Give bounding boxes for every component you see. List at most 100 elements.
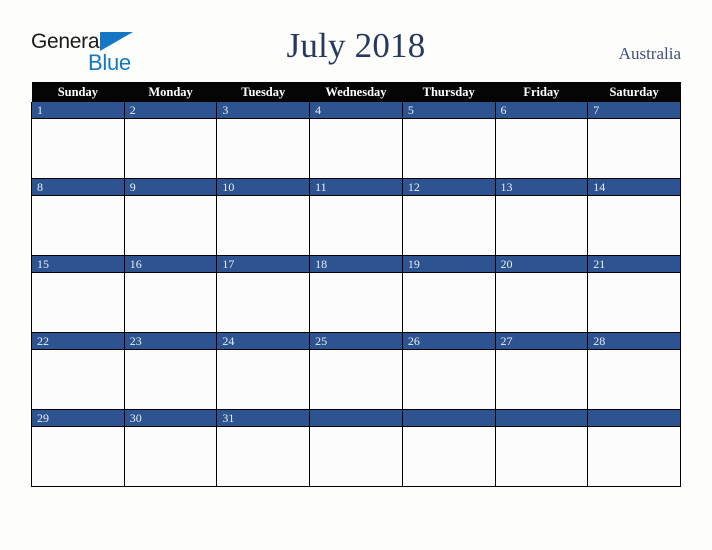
day-events[interactable]: [496, 350, 588, 409]
day-number: 18: [310, 256, 402, 273]
calendar-day-cell[interactable]: 18: [309, 255, 403, 333]
calendar-day-cell[interactable]: 15: [31, 255, 125, 333]
day-events[interactable]: [125, 350, 217, 409]
calendar-day-cell[interactable]: 16: [123, 255, 218, 333]
day-events[interactable]: [403, 273, 495, 332]
day-number: 1: [32, 102, 124, 119]
calendar-day-cell[interactable]: 9: [123, 178, 218, 256]
calendar-day-cell[interactable]: 13: [494, 178, 589, 256]
day-number: 7: [588, 102, 680, 119]
day-events[interactable]: [496, 273, 588, 332]
day-number: 28: [588, 333, 680, 350]
day-events[interactable]: [217, 196, 309, 255]
calendar-day-cell[interactable]: 10: [216, 178, 311, 256]
day-events[interactable]: [403, 427, 495, 486]
day-number: 10: [217, 179, 310, 196]
calendar-day-cell[interactable]: 29: [31, 409, 125, 487]
day-number: 17: [217, 256, 310, 273]
day-number: 22: [32, 333, 124, 350]
calendar-day-cell[interactable]: 23: [123, 332, 218, 410]
day-events[interactable]: [310, 273, 402, 332]
day-number: 31: [217, 410, 310, 427]
day-events[interactable]: [125, 427, 217, 486]
day-events[interactable]: [403, 196, 495, 255]
day-events[interactable]: [125, 273, 217, 332]
calendar-day-cell[interactable]: 25: [309, 332, 403, 410]
day-number: 29: [32, 410, 124, 427]
calendar-day-cell-empty[interactable]: [401, 409, 496, 487]
day-events[interactable]: [588, 350, 680, 409]
calendar-day-cell[interactable]: 20: [494, 255, 589, 333]
calendar-day-cell[interactable]: 26: [401, 332, 496, 410]
day-events[interactable]: [403, 119, 495, 178]
calendar-day-cell[interactable]: 22: [31, 332, 125, 410]
day-events[interactable]: [125, 196, 217, 255]
calendar-day-cell[interactable]: 27: [494, 332, 589, 410]
day-events[interactable]: [32, 196, 124, 255]
day-events[interactable]: [496, 427, 588, 486]
calendar-day-cell[interactable]: 1: [31, 102, 125, 179]
calendar-day-cell-empty[interactable]: [494, 409, 589, 487]
calendar-day-cell-empty[interactable]: [587, 409, 681, 487]
day-events[interactable]: [217, 119, 309, 178]
day-events[interactable]: [217, 273, 309, 332]
calendar-day-cell[interactable]: 30: [123, 409, 218, 487]
day-events[interactable]: [310, 119, 402, 178]
calendar-day-cell[interactable]: 6: [494, 102, 589, 179]
calendar-body: 1 2 3 4 5 6 7 8 9 10 11 12 13 14 15 16 1…: [31, 102, 681, 487]
day-events[interactable]: [588, 119, 680, 178]
day-number: 23: [124, 333, 217, 350]
calendar-day-cell[interactable]: 2: [123, 102, 218, 179]
calendar-day-cell[interactable]: 14: [587, 178, 681, 256]
calendar-day-cell[interactable]: 21: [587, 255, 681, 333]
day-number: [402, 410, 495, 427]
calendar-day-cell[interactable]: 24: [216, 332, 311, 410]
day-number: 27: [495, 333, 588, 350]
calendar-grid: Sunday Monday Tuesday Wednesday Thursday…: [31, 82, 681, 487]
day-events[interactable]: [32, 119, 124, 178]
day-events[interactable]: [588, 196, 680, 255]
day-events[interactable]: [403, 350, 495, 409]
day-events[interactable]: [32, 273, 124, 332]
calendar-day-cell[interactable]: 19: [401, 255, 496, 333]
calendar-day-cell-empty[interactable]: [309, 409, 403, 487]
day-number: 12: [402, 179, 495, 196]
weekday-header-saturday: Saturday: [587, 82, 681, 102]
page-title: July 2018: [286, 26, 426, 65]
calendar-day-cell[interactable]: 4: [309, 102, 403, 179]
day-number: 21: [588, 256, 680, 273]
calendar-day-cell[interactable]: 28: [587, 332, 681, 410]
day-events[interactable]: [588, 273, 680, 332]
day-events[interactable]: [496, 196, 588, 255]
day-number: 3: [217, 102, 310, 119]
day-events[interactable]: [588, 427, 680, 486]
calendar-week-row: 1 2 3 4 5 6 7: [31, 102, 681, 179]
calendar-day-cell[interactable]: 5: [401, 102, 496, 179]
weekday-header-thursday: Thursday: [402, 82, 496, 102]
day-events[interactable]: [310, 196, 402, 255]
day-events[interactable]: [32, 350, 124, 409]
calendar-day-cell[interactable]: 3: [216, 102, 311, 179]
weekday-header-sunday: Sunday: [31, 82, 125, 102]
day-events[interactable]: [310, 427, 402, 486]
calendar-day-cell[interactable]: 31: [216, 409, 311, 487]
day-number: 9: [124, 179, 217, 196]
calendar-week-row: 15 16 17 18 19 20 21: [31, 255, 681, 333]
day-number: 24: [217, 333, 310, 350]
calendar-week-row: 8 9 10 11 12 13 14: [31, 178, 681, 256]
day-number: 15: [32, 256, 124, 273]
day-events[interactable]: [32, 427, 124, 486]
calendar-day-cell[interactable]: 11: [309, 178, 403, 256]
calendar-day-cell[interactable]: 8: [31, 178, 125, 256]
day-events[interactable]: [217, 350, 309, 409]
day-events[interactable]: [496, 119, 588, 178]
day-events[interactable]: [310, 350, 402, 409]
day-number: 25: [310, 333, 402, 350]
day-events[interactable]: [125, 119, 217, 178]
day-number: 20: [495, 256, 588, 273]
page-header: General Blue July 2018 Australia: [0, 0, 712, 82]
calendar-day-cell[interactable]: 17: [216, 255, 311, 333]
calendar-day-cell[interactable]: 7: [587, 102, 681, 179]
day-events[interactable]: [217, 427, 309, 486]
calendar-day-cell[interactable]: 12: [401, 178, 496, 256]
